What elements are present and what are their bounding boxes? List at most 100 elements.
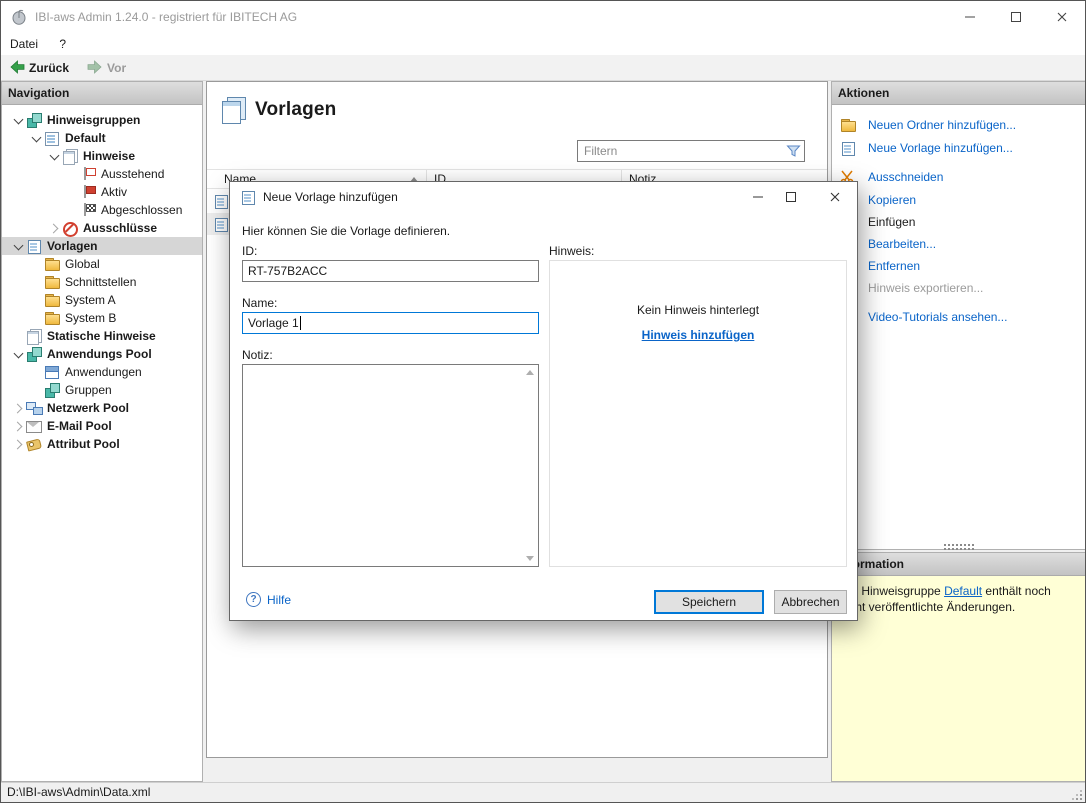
tree-item-label: Schnittstellen <box>65 275 142 289</box>
tree-item-label: Vorlagen <box>47 239 103 253</box>
add-hinweis-link[interactable]: Hinweis hinzufügen <box>642 328 755 342</box>
name-field[interactable]: Vorlage 1 <box>242 312 539 334</box>
chevron-right-icon[interactable] <box>10 418 26 434</box>
filter-funnel-icon[interactable] <box>786 144 801 162</box>
tree-item-label: E-Mail Pool <box>47 419 118 433</box>
note-field[interactable] <box>242 364 539 567</box>
tree-item-anwendungs-pool[interactable]: Anwendungs Pool <box>2 345 202 363</box>
tree-item-system-a[interactable]: System A <box>2 291 202 309</box>
hinweis-panel: Kein Hinweis hinterlegt Hinweis hinzufüg… <box>549 260 847 567</box>
action-label: Hinweis exportieren... <box>868 281 983 295</box>
tree-item-label: Default <box>65 131 112 145</box>
title-bar: IBI-aws Admin 1.24.0 - registriert für I… <box>1 1 1085 33</box>
prohibition-icon <box>62 220 79 236</box>
tree-item-anwendungen[interactable]: Anwendungen <box>2 363 202 381</box>
chevron-right-icon[interactable] <box>10 436 26 452</box>
cancel-button[interactable]: Abbrechen <box>774 590 847 614</box>
id-label: ID: <box>242 244 257 258</box>
tree-item-label: Statische Hinweise <box>47 329 162 343</box>
help-link[interactable]: Hilfe <box>246 592 291 607</box>
default-group-link[interactable]: Default <box>944 584 982 598</box>
template-icon <box>213 216 230 232</box>
flag-active-icon <box>80 184 97 200</box>
chevron-spacer <box>28 310 44 326</box>
tree-item-hinweisgruppen[interactable]: Hinweisgruppen <box>2 111 202 129</box>
template-icon <box>213 193 230 209</box>
tree-item-email-pool[interactable]: E-Mail Pool <box>2 417 202 435</box>
maximize-button[interactable] <box>993 1 1039 33</box>
save-label: Speichern <box>682 595 736 609</box>
tree-item-global[interactable]: Global <box>2 255 202 273</box>
action-label: Kopieren <box>868 193 916 207</box>
resize-grip[interactable] <box>1071 789 1083 801</box>
minimize-button[interactable] <box>947 1 993 33</box>
chevron-spacer <box>28 364 44 380</box>
dialog-minimize-button[interactable] <box>743 182 773 212</box>
dialog-template-icon <box>240 189 257 205</box>
action-label: Einfügen <box>868 215 915 229</box>
chevron-spacer <box>28 382 44 398</box>
forward-button[interactable]: Vor <box>87 55 126 81</box>
action-label: Entfernen <box>868 259 920 273</box>
tree-item-attribut-pool[interactable]: Attribut Pool <box>2 435 202 453</box>
chevron-right-icon[interactable] <box>10 400 26 416</box>
tree-item-vorlagen[interactable]: Vorlagen <box>2 237 202 255</box>
back-button[interactable]: Zurück <box>9 55 69 81</box>
template-icon <box>26 238 43 254</box>
mail-icon <box>26 418 43 434</box>
tree-item-aktiv[interactable]: Aktiv <box>2 183 202 201</box>
new-template-dialog: Neue Vorlage hinzufügen Hier können Sie … <box>229 181 858 621</box>
action-label: Neue Vorlage hinzufügen... <box>868 141 1013 155</box>
chevron-spacer <box>64 184 80 200</box>
chevron-down-icon[interactable] <box>10 238 26 254</box>
action-label: Neuen Ordner hinzufügen... <box>868 118 1016 132</box>
tree-item-statische-hinweise[interactable]: Statische Hinweise <box>2 327 202 345</box>
chevron-down-icon[interactable] <box>10 346 26 362</box>
tree-item-ausstehend[interactable]: Ausstehend <box>2 165 202 183</box>
action-video-tutorials[interactable]: Video-Tutorials ansehen... <box>832 306 1007 328</box>
id-field[interactable] <box>242 260 539 282</box>
action-new-template[interactable]: Neue Vorlage hinzufügen... <box>832 137 1013 159</box>
tree-item-label: Ausstehend <box>101 167 170 181</box>
action-new-folder[interactable]: Neuen Ordner hinzufügen... <box>832 114 1016 136</box>
information-panel: Information Die Hinweisgruppe Default en… <box>831 552 1086 782</box>
tree-item-hinweise[interactable]: Hinweise <box>2 147 202 165</box>
filter-input[interactable] <box>578 141 782 161</box>
hinweis-empty-text: Kein Hinweis hinterlegt <box>550 303 846 317</box>
filter-box <box>577 140 805 162</box>
tree-item-abgeschlossen[interactable]: Abgeschlossen <box>2 201 202 219</box>
network-icon <box>26 400 43 416</box>
dialog-maximize-button[interactable] <box>776 182 806 212</box>
chevron-down-icon[interactable] <box>46 148 62 164</box>
menu-item-datei[interactable]: Datei <box>1 33 47 55</box>
tree-item-schnittstellen[interactable]: Schnittstellen <box>2 273 202 291</box>
menu-item-help[interactable]: ? <box>50 33 75 55</box>
tree-item-default[interactable]: Default <box>2 129 202 147</box>
dialog-close-button[interactable] <box>820 182 850 212</box>
folder-icon <box>44 274 61 290</box>
save-button[interactable]: Speichern <box>654 590 764 614</box>
chevron-spacer <box>28 256 44 272</box>
information-text: Die Hinweisgruppe Default enthält noch n… <box>832 576 1086 622</box>
tree-item-ausschluesse[interactable]: Ausschlüsse <box>2 219 202 237</box>
close-button[interactable] <box>1039 1 1085 33</box>
tree-item-label: Hinweise <box>83 149 141 163</box>
scroll-up-icon[interactable] <box>526 370 534 375</box>
static-notes-icon <box>26 328 43 344</box>
name-label: Name: <box>242 296 277 310</box>
flag-pending-icon <box>80 166 97 182</box>
tree-item-system-b[interactable]: System B <box>2 309 202 327</box>
forward-label: Vor <box>107 61 126 75</box>
scroll-down-icon[interactable] <box>526 556 534 561</box>
new-folder-icon <box>840 117 857 133</box>
tree-item-gruppen[interactable]: Gruppen <box>2 381 202 399</box>
chevron-down-icon[interactable] <box>10 112 26 128</box>
panel-splitter[interactable] <box>944 544 974 550</box>
navigation-panel: Navigation Hinweisgruppen Default Hinwei… <box>1 81 203 782</box>
chevron-down-icon[interactable] <box>28 130 44 146</box>
tree-item-label: System A <box>65 293 122 307</box>
back-arrow-icon <box>9 59 25 78</box>
chevron-right-icon[interactable] <box>46 220 62 236</box>
chevron-spacer <box>28 292 44 308</box>
tree-item-netzwerk-pool[interactable]: Netzwerk Pool <box>2 399 202 417</box>
